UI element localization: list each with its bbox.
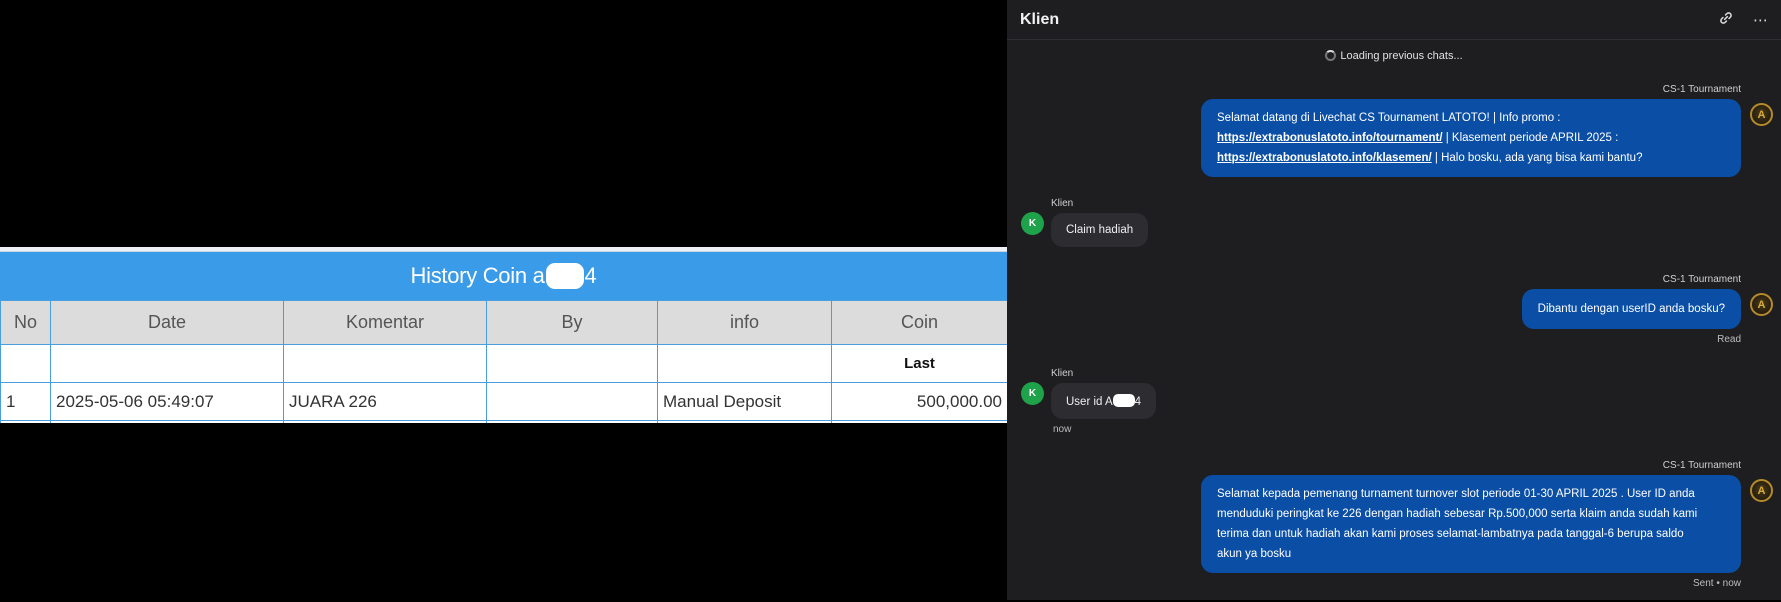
more-icon[interactable]: ⋯ bbox=[1753, 11, 1768, 29]
cell-empty bbox=[50, 420, 284, 423]
last-label: Last bbox=[831, 344, 1007, 383]
agent-avatar: A bbox=[1750, 293, 1773, 316]
sender-name: Klien bbox=[1051, 198, 1074, 209]
cell-empty bbox=[831, 420, 1007, 423]
sub-cell bbox=[657, 344, 832, 383]
chat-panel: Klien ⋯ Loading previous chats... CS-1 T… bbox=[1007, 0, 1781, 600]
table-row: 1 2025-05-06 05:49:07 JUARA 226 Manual D… bbox=[0, 382, 1007, 421]
sender-name: CS-1 Tournament bbox=[1662, 460, 1741, 471]
sub-cell bbox=[0, 344, 51, 383]
cell-komentar: JUARA 226 bbox=[283, 382, 487, 421]
table-row-partial bbox=[0, 420, 1007, 423]
history-coin-table: No Date Komentar By info Coin Last 1 202… bbox=[0, 300, 1007, 423]
message-text: | Klasement periode APRIL 2025 : bbox=[1442, 132, 1619, 144]
message-line: Selamat kepada pemenang turnament turnov… bbox=[1217, 488, 1695, 500]
message-bubble: Selamat datang di Livechat CS Tournament… bbox=[1201, 99, 1741, 177]
agent-avatar: A bbox=[1750, 479, 1773, 502]
client-message: Klien User id A 4 now bbox=[1051, 368, 1157, 435]
klasemen-link[interactable]: https://extrabonuslatoto.info/klasemen/ bbox=[1217, 152, 1432, 164]
col-header-by[interactable]: By bbox=[486, 300, 658, 345]
message-bubble: Dibantu dengan userID anda bosku? bbox=[1521, 289, 1741, 329]
sub-cell bbox=[283, 344, 487, 383]
cell-empty bbox=[657, 420, 832, 423]
sender-name: CS-1 Tournament bbox=[1662, 84, 1741, 95]
cell-info: Manual Deposit bbox=[657, 382, 832, 421]
sub-cell bbox=[486, 344, 658, 383]
col-header-date[interactable]: Date bbox=[50, 300, 284, 345]
message-text: 4 bbox=[1134, 396, 1142, 408]
cell-empty bbox=[283, 420, 487, 423]
table-header-row: No Date Komentar By info Coin bbox=[0, 300, 1007, 345]
sender-name: CS-1 Tournament bbox=[1662, 274, 1741, 285]
cell-empty bbox=[0, 420, 51, 423]
history-coin-table-container: History Coin a 4 No Date Komentar By info… bbox=[0, 247, 1007, 423]
message-time: now bbox=[1053, 424, 1072, 435]
col-header-coin[interactable]: Coin bbox=[831, 300, 1007, 345]
message-text: Selamat datang di Livechat CS Tournament… bbox=[1217, 112, 1561, 124]
history-coin-title: History Coin a 4 bbox=[0, 252, 1007, 300]
history-panel: History Coin a 4 No Date Komentar By info… bbox=[0, 0, 1007, 602]
table-sub-row: Last bbox=[0, 344, 1007, 383]
cell-empty bbox=[486, 420, 658, 423]
agent-message: CS-1 Tournament Selamat datang di Livech… bbox=[1201, 84, 1741, 177]
redaction-mask bbox=[545, 263, 584, 289]
col-header-no[interactable]: No bbox=[0, 300, 51, 345]
sender-name: Klien bbox=[1051, 368, 1074, 379]
message-text: | Halo bosku, ada yang bisa kami bantu? bbox=[1431, 152, 1643, 164]
cell-by bbox=[486, 382, 658, 421]
agent-avatar: A bbox=[1750, 103, 1773, 126]
client-avatar: K bbox=[1021, 382, 1044, 405]
client-message: Klien Claim hadiah bbox=[1051, 198, 1149, 247]
tournament-link[interactable]: https://extrabonuslatoto.info/tournament… bbox=[1217, 132, 1443, 144]
agent-message: CS-1 Tournament Selamat kepada pemenang … bbox=[1201, 460, 1741, 589]
col-header-info[interactable]: info bbox=[657, 300, 832, 345]
loading-text: Loading previous chats... bbox=[1340, 50, 1463, 62]
cell-no: 1 bbox=[0, 382, 51, 421]
redaction-mask bbox=[1112, 394, 1135, 407]
sent-status: Sent • now bbox=[1693, 578, 1741, 589]
client-avatar: K bbox=[1021, 212, 1044, 235]
agent-message: CS-1 Tournament Dibantu dengan userID an… bbox=[1521, 274, 1741, 345]
message-text: User id A bbox=[1066, 396, 1113, 408]
sub-cell bbox=[50, 344, 284, 383]
spinner-icon bbox=[1325, 50, 1337, 61]
chat-title: Klien bbox=[1020, 10, 1060, 28]
loading-indicator: Loading previous chats... bbox=[1007, 44, 1781, 68]
message-line: terima dan untuk hadiah akan kami proses… bbox=[1217, 528, 1684, 540]
message-bubble: Claim hadiah bbox=[1051, 213, 1149, 247]
read-status: Read bbox=[1717, 334, 1741, 345]
message-bubble: Selamat kepada pemenang turnament turnov… bbox=[1201, 475, 1741, 573]
message-line: menduduki peringkat ke 226 dengan hadiah… bbox=[1217, 508, 1698, 520]
col-header-komentar[interactable]: Komentar bbox=[283, 300, 487, 345]
cell-date: 2025-05-06 05:49:07 bbox=[50, 382, 284, 421]
message-line: akun ya bosku bbox=[1217, 548, 1292, 560]
title-prefix: History Coin a bbox=[410, 263, 545, 288]
chat-header: Klien ⋯ bbox=[1007, 0, 1781, 40]
link-icon[interactable] bbox=[1719, 11, 1733, 29]
cell-coin: 500,000.00 bbox=[831, 382, 1007, 421]
title-suffix: 4 bbox=[584, 263, 597, 288]
message-bubble: User id A 4 bbox=[1051, 383, 1157, 419]
